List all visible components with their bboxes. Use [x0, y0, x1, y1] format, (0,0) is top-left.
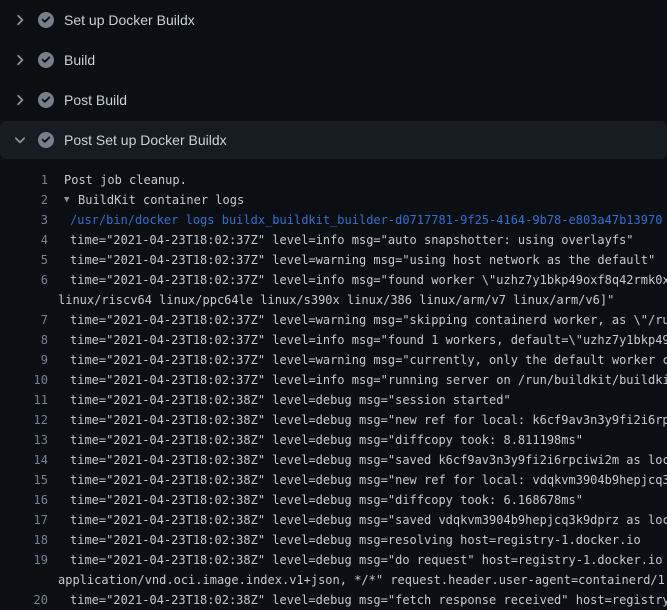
- line-number[interactable]: 1: [0, 170, 48, 190]
- log-text: time="2021-04-23T18:02:38Z" level=debug …: [70, 430, 583, 450]
- log-text: linux/riscv64 linux/ppc64le linux/s390x …: [58, 290, 614, 310]
- log-text: time="2021-04-23T18:02:38Z" level=debug …: [70, 490, 583, 510]
- line-number[interactable]: 6: [0, 270, 48, 290]
- chevron-right-icon[interactable]: [12, 12, 28, 28]
- log-text: time="2021-04-23T18:02:38Z" level=debug …: [70, 590, 667, 610]
- line-number[interactable]: 15: [0, 470, 48, 490]
- log-line: 4 time="2021-04-23T18:02:37Z" level=info …: [0, 230, 667, 250]
- log-text: BuildKit container logs: [78, 190, 244, 210]
- log-text: time="2021-04-23T18:02:37Z" level=info m…: [70, 270, 667, 290]
- log-line: 20 time="2021-04-23T18:02:38Z" level=debu…: [0, 590, 667, 610]
- step-row-build[interactable]: Build: [0, 40, 667, 80]
- log-text: time="2021-04-23T18:02:38Z" level=debug …: [70, 510, 667, 530]
- log-line: application/vnd.oci.image.index.v1+json,…: [0, 570, 667, 590]
- log-command-text: /usr/bin/docker logs buildx_buildkit_bui…: [70, 210, 662, 230]
- log-text: time="2021-04-23T18:02:37Z" level=info m…: [70, 370, 667, 390]
- log-line: 19 time="2021-04-23T18:02:38Z" level=debu…: [0, 550, 667, 570]
- log-line: 10 time="2021-04-23T18:02:37Z" level=info…: [0, 370, 667, 390]
- log-text: time="2021-04-23T18:02:38Z" level=debug …: [70, 410, 667, 430]
- line-number[interactable]: 4: [0, 230, 48, 250]
- log-line: 12 time="2021-04-23T18:02:38Z" level=debu…: [0, 410, 667, 430]
- line-number[interactable]: 10: [0, 370, 48, 390]
- log-line: 5 time="2021-04-23T18:02:37Z" level=warni…: [0, 250, 667, 270]
- step-title: Post Set up Docker Buildx: [64, 132, 227, 148]
- line-number[interactable]: 8: [0, 330, 48, 350]
- log-line: 16 time="2021-04-23T18:02:38Z" level=debu…: [0, 490, 667, 510]
- chevron-down-icon[interactable]: [12, 132, 28, 148]
- check-circle-icon: [38, 12, 54, 28]
- line-number[interactable]: 17: [0, 510, 48, 530]
- line-number: [0, 570, 48, 590]
- line-number[interactable]: 14: [0, 450, 48, 470]
- line-number[interactable]: 2: [0, 190, 48, 210]
- log-text: time="2021-04-23T18:02:38Z" level=debug …: [70, 390, 511, 410]
- line-number[interactable]: 16: [0, 490, 48, 510]
- log-text: time="2021-04-23T18:02:37Z" level=info m…: [70, 230, 634, 250]
- group-collapse-icon[interactable]: ▼: [64, 190, 78, 210]
- log-line: 2 ▼BuildKit container logs: [0, 190, 667, 210]
- line-number[interactable]: 7: [0, 310, 48, 330]
- log-line: 18 time="2021-04-23T18:02:38Z" level=debu…: [0, 530, 667, 550]
- log-text: time="2021-04-23T18:02:38Z" level=debug …: [70, 550, 667, 570]
- line-number[interactable]: 5: [0, 250, 48, 270]
- check-circle-icon: [38, 92, 54, 108]
- chevron-right-icon[interactable]: [12, 52, 28, 68]
- log-line: 1 Post job cleanup.: [0, 170, 667, 190]
- line-number[interactable]: 3: [0, 210, 48, 230]
- log-line: 14 time="2021-04-23T18:02:38Z" level=debu…: [0, 450, 667, 470]
- log-line: 11 time="2021-04-23T18:02:38Z" level=debu…: [0, 390, 667, 410]
- step-row-set-up-docker-buildx[interactable]: Set up Docker Buildx: [0, 0, 667, 40]
- check-circle-icon: [38, 52, 54, 68]
- log-line: 15 time="2021-04-23T18:02:38Z" level=debu…: [0, 470, 667, 490]
- line-number: [0, 290, 48, 310]
- log-text: Post job cleanup.: [64, 170, 187, 190]
- log-text: application/vnd.oci.image.index.v1+json,…: [58, 570, 667, 590]
- log-text: time="2021-04-23T18:02:37Z" level=info m…: [70, 330, 667, 350]
- chevron-right-icon[interactable]: [12, 92, 28, 108]
- log-line: 3/usr/bin/docker logs buildx_buildkit_bu…: [0, 210, 667, 230]
- line-number[interactable]: 20: [0, 590, 48, 610]
- log-line: 6 time="2021-04-23T18:02:37Z" level=info …: [0, 270, 667, 290]
- line-number[interactable]: 11: [0, 390, 48, 410]
- log-line: linux/riscv64 linux/ppc64le linux/s390x …: [0, 290, 667, 310]
- step-row-post-set-up-docker-buildx[interactable]: Post Set up Docker Buildx: [0, 121, 667, 159]
- line-number[interactable]: 19: [0, 550, 48, 570]
- line-number[interactable]: 12: [0, 410, 48, 430]
- step-list: Set up Docker Buildx Build Post Build: [0, 0, 667, 159]
- log-text: time="2021-04-23T18:02:37Z" level=warnin…: [70, 310, 667, 330]
- log-line: 13 time="2021-04-23T18:02:38Z" level=debu…: [0, 430, 667, 450]
- log-text: time="2021-04-23T18:02:38Z" level=debug …: [70, 470, 667, 490]
- log-line: 17 time="2021-04-23T18:02:38Z" level=debu…: [0, 510, 667, 530]
- log-line: 7 time="2021-04-23T18:02:37Z" level=warni…: [0, 310, 667, 330]
- log-lines: 1 Post job cleanup. 2 ▼BuildKit container l…: [0, 160, 667, 610]
- log-text: time="2021-04-23T18:02:37Z" level=warnin…: [70, 350, 667, 370]
- log-text: time="2021-04-23T18:02:37Z" level=warnin…: [70, 250, 655, 270]
- log-text: time="2021-04-23T18:02:38Z" level=debug …: [70, 530, 641, 550]
- check-circle-icon: [38, 132, 54, 148]
- workflow-log-panel: Set up Docker Buildx Build Post Build: [0, 0, 667, 610]
- log-text: time="2021-04-23T18:02:38Z" level=debug …: [70, 450, 667, 470]
- step-title: Post Build: [64, 92, 127, 108]
- step-row-post-build[interactable]: Post Build: [0, 80, 667, 120]
- log-line: 8 time="2021-04-23T18:02:37Z" level=info …: [0, 330, 667, 350]
- line-number[interactable]: 9: [0, 350, 48, 370]
- step-title: Build: [64, 52, 95, 68]
- line-number[interactable]: 18: [0, 530, 48, 550]
- step-title: Set up Docker Buildx: [64, 12, 195, 28]
- log-line: 9 time="2021-04-23T18:02:37Z" level=warni…: [0, 350, 667, 370]
- line-number[interactable]: 13: [0, 430, 48, 450]
